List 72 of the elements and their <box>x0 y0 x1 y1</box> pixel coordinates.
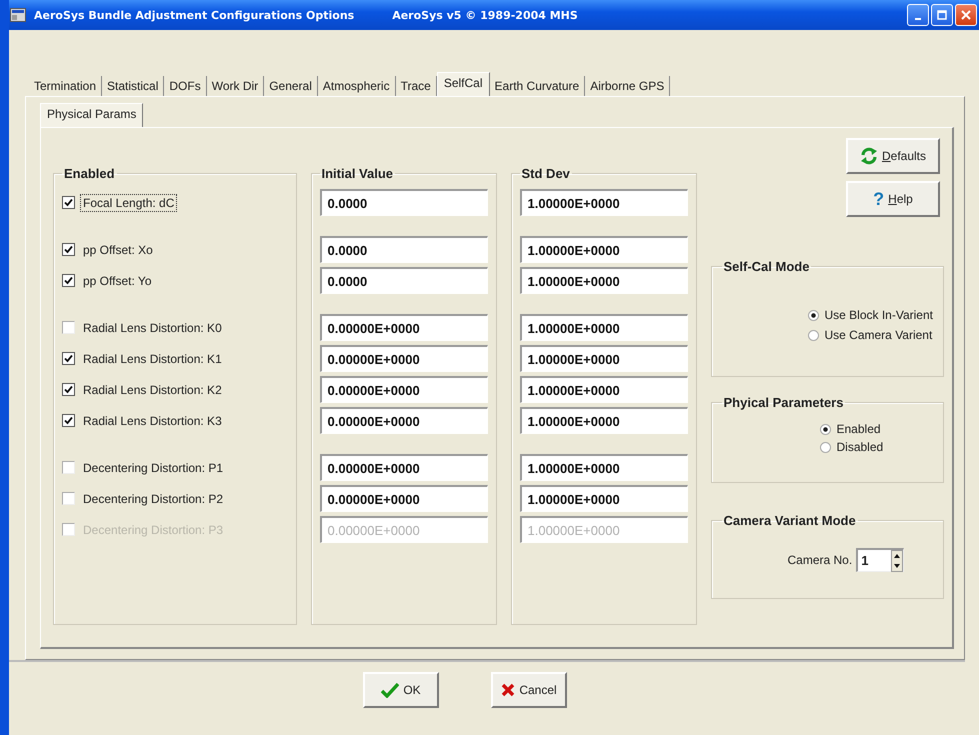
checkbox-label[interactable]: pp Offset: Yo <box>81 272 154 288</box>
input-field[interactable]: 0.00000E+0000 <box>320 454 488 481</box>
field-label: Camera No. <box>788 553 852 567</box>
group-title: Self-Cal Mode <box>722 259 810 274</box>
radio-label[interactable]: Disabled <box>836 440 884 454</box>
help-icon: ? <box>873 188 884 210</box>
input-field[interactable]: 1.00000E+0000 <box>520 454 688 481</box>
help-button[interactable]: ? Help <box>846 181 940 217</box>
minimize-button[interactable] <box>907 4 929 26</box>
radio-button[interactable] <box>820 442 830 452</box>
input-field[interactable]: 0.0000 <box>320 236 488 263</box>
checkbox-label[interactable]: Focal Length: dC <box>81 194 176 210</box>
checkbox-label[interactable]: Radial Lens Distortion: K2 <box>81 382 224 398</box>
checkbox[interactable] <box>62 196 75 209</box>
input-field[interactable]: 1.00000E+0000 <box>520 314 688 341</box>
radio-label[interactable]: Use Block In-Varient <box>824 308 933 322</box>
checkbox[interactable] <box>62 461 75 474</box>
checkbox-label[interactable]: Radial Lens Distortion: K0 <box>81 320 224 336</box>
checkbox[interactable] <box>62 243 75 256</box>
group-title: Phyical Parameters <box>722 395 844 410</box>
close-icon <box>961 10 971 20</box>
input-field[interactable]: 0.00000E+0000 <box>320 314 488 341</box>
checkbox[interactable] <box>62 352 75 365</box>
radio-button[interactable] <box>808 330 818 340</box>
checkbox[interactable] <box>62 321 75 334</box>
defaults-button[interactable]: Defaults <box>846 138 940 174</box>
cross-icon <box>501 683 516 697</box>
checkbox[interactable] <box>62 274 75 287</box>
checkbox[interactable] <box>62 414 75 427</box>
cancel-button[interactable]: Cancel <box>491 672 567 708</box>
input-field[interactable]: 1.00000E+0000 <box>520 345 688 372</box>
input-field[interactable]: 1.00000E+0000 <box>520 267 688 294</box>
close-button[interactable] <box>955 4 977 26</box>
checkbox-label[interactable]: pp Offset: Xo <box>81 242 155 258</box>
input-field[interactable]: 1.00000E+0000 <box>520 376 688 403</box>
input-field[interactable]: 0.00000E+0000 <box>320 376 488 403</box>
ok-button[interactable]: OK <box>363 672 439 708</box>
group-title: Enabled <box>63 166 116 181</box>
group-title: Initial Value <box>320 166 394 181</box>
input-field[interactable]: 0.00000E+0000 <box>320 485 488 512</box>
input-field[interactable]: 1.00000E+0000 <box>520 189 688 216</box>
tab[interactable]: Physical Params <box>40 103 144 127</box>
checkbox[interactable] <box>62 383 75 396</box>
minimize-icon <box>915 18 921 20</box>
refresh-icon <box>860 147 878 165</box>
group-title: Std Dev <box>520 166 571 181</box>
window-subtitle: AeroSys v5 © 1989-2004 MHS <box>392 8 578 22</box>
maximize-icon <box>937 10 947 20</box>
spin-field[interactable]: 1 <box>856 548 904 572</box>
radio-button[interactable] <box>820 424 830 434</box>
spin-arrows-icon[interactable] <box>891 550 904 572</box>
checkbox-label[interactable]: Decentering Distortion: P1 <box>81 460 226 476</box>
input-field[interactable]: 0.0000 <box>320 189 488 216</box>
tab[interactable]: SelfCal <box>436 72 490 96</box>
input-field[interactable]: 1.00000E+0000 <box>520 236 688 263</box>
input-field[interactable]: 1.00000E+0000 <box>520 407 688 434</box>
radio-label[interactable]: Use Camera Varient <box>824 328 932 342</box>
window-title: AeroSys Bundle Adjustment Configurations Options <box>34 8 354 22</box>
checkbox-label[interactable]: Decentering Distortion: P2 <box>81 490 226 506</box>
checkbox-label[interactable]: Radial Lens Distortion: K1 <box>81 350 224 366</box>
radio-label[interactable]: Enabled <box>836 422 881 436</box>
input-field[interactable]: 0.0000 <box>320 267 488 294</box>
input-field[interactable]: 1.00000E+0000 <box>520 485 688 512</box>
checkbox-label[interactable]: Radial Lens Distortion: K3 <box>81 412 224 428</box>
maximize-button[interactable] <box>931 4 953 26</box>
app-icon <box>10 8 26 22</box>
checkbox[interactable] <box>62 492 75 505</box>
input-field[interactable]: 0.00000E+0000 <box>320 407 488 434</box>
input-field[interactable]: 0.00000E+0000 <box>320 345 488 372</box>
radio-button[interactable] <box>808 310 818 320</box>
checkmark-icon <box>381 682 400 698</box>
group-title: Camera Variant Mode <box>722 513 857 528</box>
